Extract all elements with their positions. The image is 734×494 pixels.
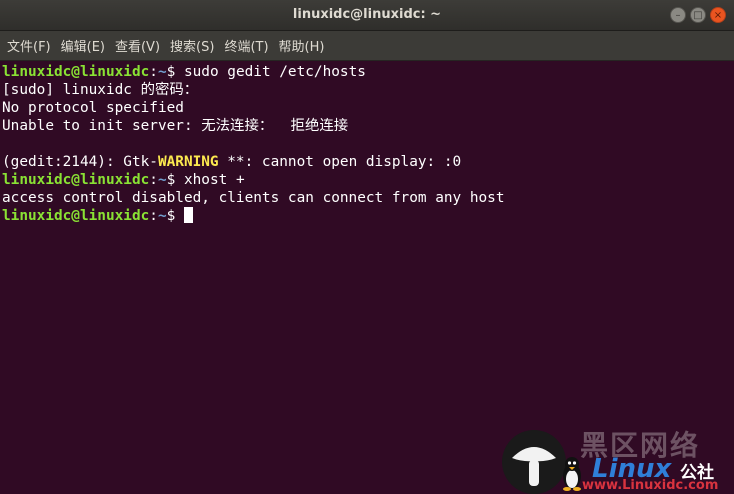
warning-prefix: (gedit:2144): Gtk-: [2, 154, 158, 170]
prompt-colon: :: [149, 208, 158, 224]
warning-message: **: cannot open display: :0: [218, 154, 462, 170]
window-title: linuxidc@linuxidc: ~: [292, 7, 442, 22]
terminal-line: access control disabled, clients can con…: [2, 190, 505, 206]
warning-label: WARNING: [157, 154, 219, 170]
menu-edit[interactable]: 编辑(E): [56, 36, 110, 55]
command-text: sudo gedit /etc/hosts: [183, 64, 366, 80]
prompt-dollar: $: [166, 172, 184, 188]
maximize-button[interactable]: □: [690, 7, 706, 23]
prompt-path: ~: [157, 208, 167, 224]
terminal-line: [sudo] linuxidc 的密码：: [2, 82, 199, 98]
menu-bar: 文件(F) 编辑(E) 查看(V) 搜索(S) 终端(T) 帮助(H): [0, 31, 734, 61]
terminal-line: linuxidc@linuxidc:~$ xhost +: [0, 171, 734, 189]
terminal-line: No protocol specified: [2, 100, 184, 116]
terminal-window: linuxidc@linuxidc: ~ – □ × 文件(F) 编辑(E) 查…: [0, 0, 734, 494]
prompt-path: ~: [157, 64, 167, 80]
prompt-user: linuxidc@linuxidc: [2, 172, 150, 188]
minimize-button[interactable]: –: [670, 7, 686, 23]
menu-terminal[interactable]: 终端(T): [219, 36, 273, 55]
prompt-colon: :: [149, 172, 158, 188]
watermark-url: www.Linuxidc.com: [582, 478, 719, 493]
watermark: 黑区网络 Linux 公社 www.Linuxidc.com: [500, 428, 734, 494]
title-bar[interactable]: linuxidc@linuxidc: ~ – □ ×: [0, 0, 734, 31]
close-button[interactable]: ×: [710, 7, 726, 23]
terminal-line: (gedit:2144): Gtk-WARNING **: cannot ope…: [0, 153, 734, 171]
prompt-colon: :: [149, 64, 158, 80]
menu-search[interactable]: 搜索(S): [165, 36, 219, 55]
terminal-line: Unable to init server: 无法连接： 拒绝连接: [2, 118, 349, 134]
terminal-line: linuxidc@linuxidc:~$ sudo gedit /etc/hos…: [0, 63, 734, 81]
menu-view[interactable]: 查看(V): [110, 36, 165, 55]
prompt-dollar: $: [166, 208, 184, 224]
prompt-path: ~: [157, 172, 167, 188]
terminal-line-current: linuxidc@linuxidc:~$: [0, 207, 734, 225]
menu-file[interactable]: 文件(F): [2, 36, 56, 55]
prompt-dollar: $: [166, 64, 184, 80]
menu-help[interactable]: 帮助(H): [274, 36, 330, 55]
terminal-line-empty: [0, 135, 734, 153]
command-text: xhost +: [183, 172, 245, 188]
prompt-user: linuxidc@linuxidc: [2, 64, 150, 80]
text-cursor: [183, 207, 193, 223]
prompt-user: linuxidc@linuxidc: [2, 208, 150, 224]
